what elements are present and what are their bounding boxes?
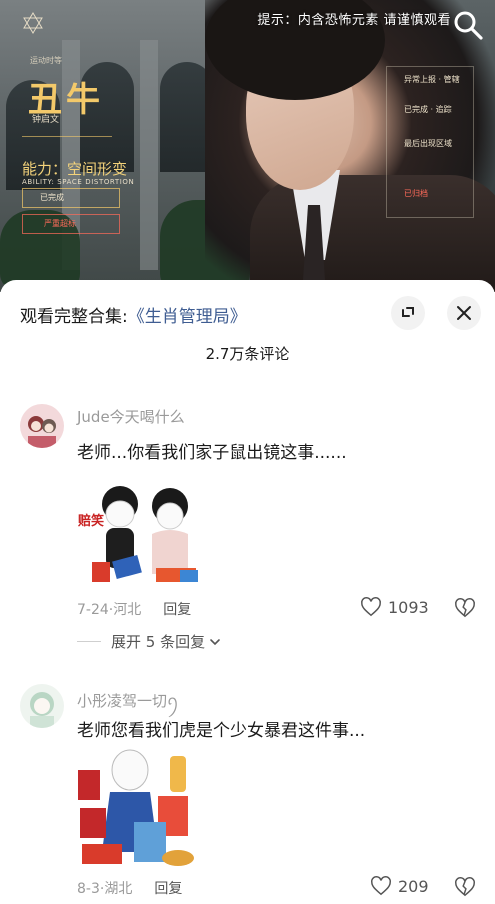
sticker-caption: 赔笑 — [78, 514, 105, 529]
comment-text: 老师您看我们虎是个少女暴君这件事... — [77, 721, 366, 741]
content-warning-tip: 提示：内含恐怖元素 请谨慎观看 — [257, 13, 451, 28]
hud-warning-text: 严重超标 — [44, 219, 76, 228]
comment-meta: 8-3·湖北 回复 — [77, 878, 182, 898]
building-pillar — [140, 40, 158, 270]
comment-location: 河北 — [113, 602, 142, 618]
hud-right-label: 已归档 — [404, 189, 428, 198]
hud-right-label: 最后出现区域 — [404, 139, 452, 148]
collection-link[interactable]: 《生肖管理局》 — [128, 307, 247, 327]
hexagram-icon — [23, 12, 43, 34]
expand-replies-label: 展开 5 条回复 — [111, 633, 206, 651]
like-button[interactable]: 1093 — [360, 596, 429, 618]
hud-right-label: 已完成 · 追踪 — [404, 105, 452, 114]
avatar[interactable] — [20, 404, 64, 448]
close-icon — [457, 306, 471, 320]
hud-name-small: 运动时等 — [30, 56, 62, 65]
expand-replies-button[interactable]: 展开 5 条回复 — [77, 631, 221, 652]
comment-username[interactable]: 小彤凌驾一切ꪆ — [77, 686, 179, 718]
broken-heart-icon[interactable] — [454, 876, 476, 898]
hud-subtitle: 钟启文 — [32, 115, 60, 125]
hud-divider — [22, 136, 112, 137]
avatar-image — [20, 404, 64, 448]
comment-username[interactable]: Jude今天喝什么 — [77, 406, 185, 427]
search-icon[interactable] — [451, 8, 485, 42]
comment-meta: 7-24·河北 回复 — [77, 599, 191, 619]
hud-ability-en: ABILITY: SPACE DISTORTION — [22, 178, 135, 186]
collection-prefix: 观看完整合集: — [20, 307, 128, 327]
comment-count: 2.7万条评论 — [205, 345, 290, 363]
heart-outline-icon — [361, 597, 381, 617]
heart-outline-icon — [371, 876, 391, 896]
comment-sticker[interactable] — [78, 748, 200, 872]
comment-text: 老师...你看我们家子鼠出镜这事...... — [77, 443, 347, 463]
broken-heart-icon[interactable] — [454, 597, 476, 619]
like-button[interactable]: 209 — [370, 875, 429, 897]
hud-ability: 能力：空间形变 — [22, 160, 128, 178]
hud-status-text: 已完成 — [40, 193, 64, 202]
comment-sheet: 观看完整合集:《生肖管理局》 2.7万条评论 Jude今天喝什么 老师...你看 — [0, 280, 495, 904]
comment-location: 湖北 — [104, 881, 133, 897]
reply-button[interactable]: 回复 — [163, 602, 191, 618]
hud-status-box — [22, 188, 120, 208]
video-banner[interactable]: 运动时等 丑牛 钟启文 能力：空间形变 ABILITY: SPACE DISTO… — [0, 0, 495, 292]
sticker-image — [78, 748, 200, 872]
comment-date: 8-3 — [77, 881, 100, 897]
like-count: 209 — [398, 876, 429, 896]
like-count: 1093 — [388, 597, 429, 617]
avatar[interactable] — [20, 684, 64, 728]
exit-fullscreen-button[interactable] — [391, 296, 425, 330]
hud-right-label: 异常上报 · 管辖 — [404, 75, 460, 84]
comment-date: 7-24 — [77, 602, 109, 618]
reply-button[interactable]: 回复 — [154, 881, 182, 897]
sticker-image — [78, 476, 206, 592]
expand-dash — [77, 641, 101, 642]
comment-sticker[interactable]: 赔笑 — [78, 476, 206, 592]
collection-link-row[interactable]: 观看完整合集:《生肖管理局》 — [20, 302, 247, 327]
avatar-image — [20, 684, 64, 728]
close-button[interactable] — [447, 296, 481, 330]
chevron-down-icon — [210, 638, 220, 645]
fullscreen-exit-icon — [402, 307, 414, 317]
